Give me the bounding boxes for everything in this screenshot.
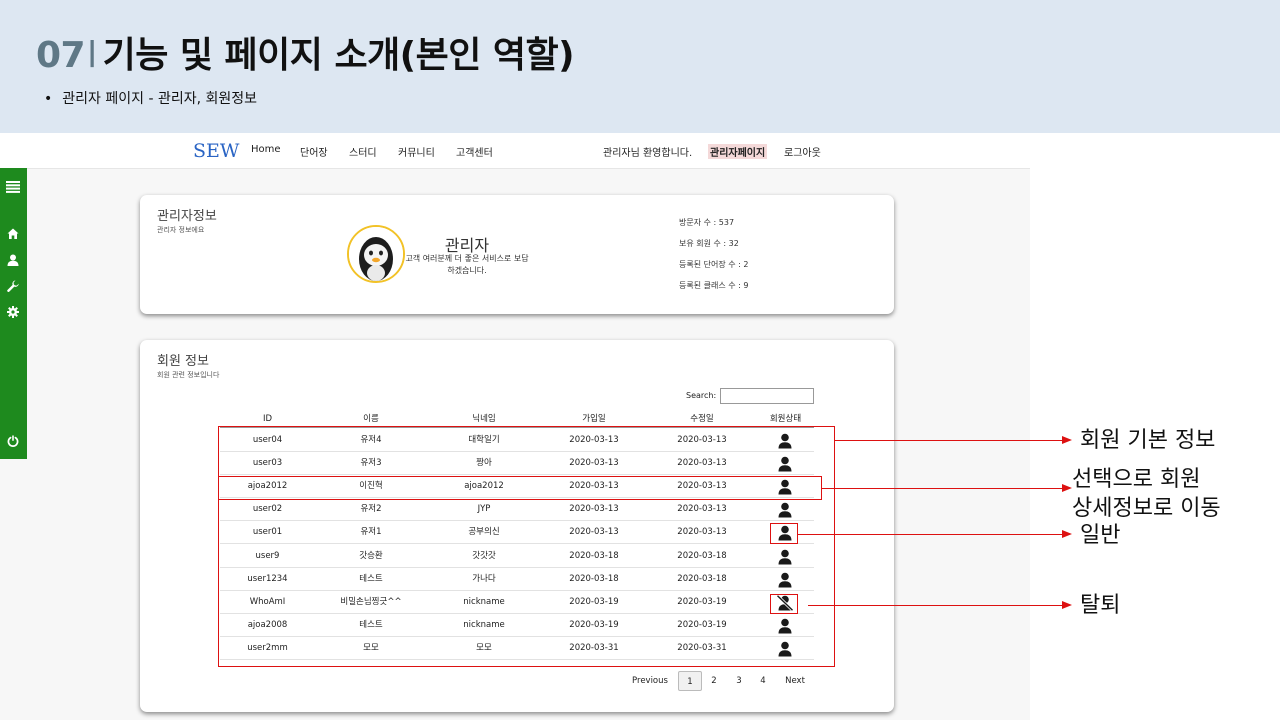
menu-icon[interactable] (4, 179, 22, 195)
pagination-previous[interactable]: Previous (630, 671, 670, 691)
penguin-avatar-icon (349, 227, 403, 281)
title-separator: l (87, 35, 97, 76)
pagination-page-3[interactable]: 3 (731, 671, 747, 691)
pagination-page-1[interactable]: 1 (678, 671, 702, 691)
admin-description: 고객 여러분께 더 좋은 서비스로 보답하겠습니다. (405, 254, 529, 275)
member-card-title: 회원 정보 (157, 354, 209, 369)
nav-wordbook[interactable]: 단어장 (300, 144, 328, 159)
pagination-page-4[interactable]: 4 (755, 671, 771, 691)
arrow-line-basic (835, 440, 1063, 441)
nav-admin-page[interactable]: 관리자페이지 (708, 144, 768, 159)
slide-title: 07l 기능 및 페이지 소개(본인 역할) (36, 26, 575, 78)
member-card-subtitle: 회원 관련 정보입니다 (157, 371, 220, 379)
normal-status-highlight (770, 523, 798, 544)
admin-info-card: 관리자정보 관리자 정보에요 관리자 고객 여러분께 더 좋은 서비스로 보답하… (140, 195, 894, 314)
side-toolbar (0, 168, 27, 459)
basic-info-highlight (218, 426, 835, 667)
home-icon[interactable] (4, 226, 22, 242)
arrow-line-detail (822, 488, 1063, 489)
admin-card-title: 관리자정보 (157, 209, 217, 224)
annotation-normal: 일반 (1080, 523, 1121, 548)
gear-icon[interactable] (4, 304, 22, 320)
stat-visitors: 방문자 수 : 537 (679, 218, 735, 227)
annotation-withdrawn: 탈퇴 (1080, 593, 1121, 618)
power-icon[interactable] (4, 433, 22, 449)
nav-logout[interactable]: 로그아웃 (784, 144, 821, 159)
search-input[interactable] (720, 388, 814, 404)
annotation-select-line2: 상세정보로 이동 (1072, 496, 1221, 521)
slide-title-text: 기능 및 페이지 소개(본인 역할) (102, 35, 575, 76)
nav-community[interactable]: 커뮤니티 (398, 144, 435, 159)
stat-members: 보유 회원 수 : 32 (679, 239, 739, 248)
slide-number: 07 (36, 35, 86, 76)
withdrawn-status-highlight (770, 594, 798, 614)
nav-study[interactable]: 스터디 (349, 144, 377, 159)
admin-avatar (347, 225, 405, 283)
welcome-text: 관리자님 환영합니다. (603, 148, 693, 159)
search-label: Search: (686, 391, 717, 400)
stat-wordbooks: 등록된 단어장 수 : 2 (679, 260, 749, 269)
user-icon[interactable] (4, 252, 22, 268)
annotation-select-line1: 선택으로 회원 (1072, 467, 1201, 492)
pagination-next[interactable]: Next (780, 671, 810, 691)
site-logo[interactable]: SEW (193, 140, 239, 162)
arrow-head-withdrawn (1062, 601, 1072, 609)
row-select-highlight (218, 476, 822, 500)
arrow-line-normal (798, 534, 1063, 535)
bullet-mark: • (44, 91, 53, 107)
arrow-head-detail (1062, 484, 1072, 492)
annotation-basic-info: 회원 기본 정보 (1080, 428, 1216, 453)
arrow-line-withdrawn (808, 605, 1063, 606)
admin-card-subtitle: 관리자 정보에요 (157, 226, 205, 234)
slide-bullet: • 관리자 페이지 - 관리자, 회원정보 (44, 88, 257, 108)
stat-classes: 등록된 클래스 수 : 9 (679, 281, 749, 290)
pagination-page-2[interactable]: 2 (706, 671, 722, 691)
nav-home[interactable]: Home (251, 144, 281, 155)
wrench-icon[interactable] (4, 278, 22, 294)
arrow-head-basic (1062, 436, 1072, 444)
arrow-head-normal (1062, 530, 1072, 538)
top-navigation: SEW Home 단어장 스터디 커뮤니티 고객센터 관리자님 환영합니다. 관… (0, 133, 1030, 169)
nav-support[interactable]: 고객센터 (456, 144, 493, 159)
bullet-text: 관리자 페이지 - 관리자, 회원정보 (62, 91, 258, 107)
slide-header: 07l 기능 및 페이지 소개(본인 역할) • 관리자 페이지 - 관리자, 회원… (0, 0, 1280, 133)
